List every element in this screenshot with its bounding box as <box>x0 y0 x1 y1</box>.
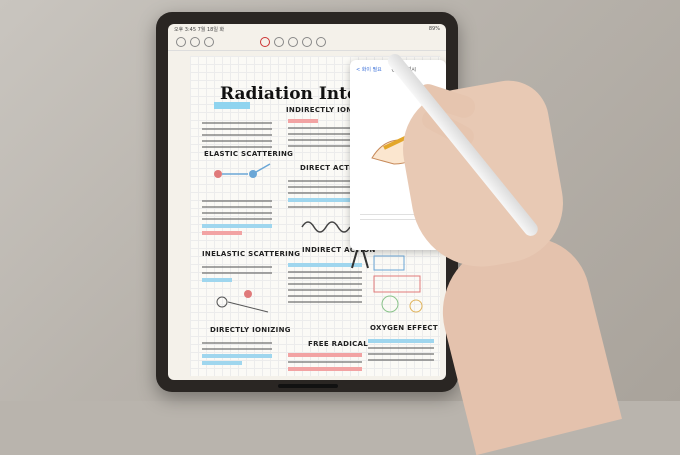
notes-block-left-4 <box>202 338 272 368</box>
home-indicator <box>278 384 338 388</box>
lasso-icon[interactable] <box>302 37 312 47</box>
heading-inelastic-scattering: INELASTIC SCATTERING <box>202 250 301 258</box>
oxygen-effect-diagram <box>373 255 423 313</box>
status-time: 오후 3:45 7월 18일 화 <box>174 27 225 33</box>
shapes-icon[interactable] <box>316 37 326 47</box>
eraser-icon[interactable] <box>288 37 298 47</box>
back-icon[interactable] <box>176 37 186 47</box>
popup-back-label: < 화이 필요 <box>356 67 382 73</box>
search-icon[interactable] <box>204 37 214 47</box>
heading-free-radical: FREE RADICAL <box>308 340 369 348</box>
notes-block-mid-4 <box>288 350 362 374</box>
elastic-scattering-diagram <box>214 163 271 178</box>
heading-oxygen-effect: OXYGEN EFFECT <box>370 324 438 332</box>
notes-block-left-1 <box>202 118 272 152</box>
notes-block-left-2 <box>202 196 272 238</box>
inelastic-scattering-diagram <box>216 290 269 313</box>
status-bar: 오후 3:45 7월 18일 화 89% <box>168 24 446 34</box>
grid-icon[interactable] <box>190 37 200 47</box>
heading-directly-ionizing: DIRECTLY IONIZING <box>210 326 291 334</box>
battery-level: 89% <box>428 26 440 32</box>
notes-block-mid-1 <box>288 116 358 151</box>
notes-toolbar: 1/15 이 <box>168 34 446 61</box>
pen-tool-icon[interactable] <box>260 37 270 47</box>
notes-block-right <box>368 336 434 365</box>
highlighter-icon[interactable] <box>274 37 284 47</box>
